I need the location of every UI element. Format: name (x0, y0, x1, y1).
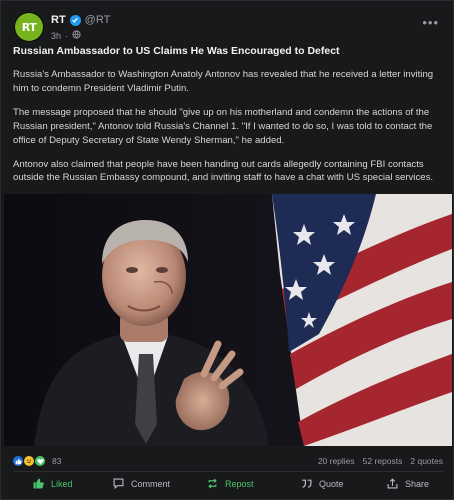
comment-icon (113, 478, 124, 489)
more-options-icon[interactable]: ••• (422, 15, 439, 30)
engagement-counts: 20 replies 52 reposts 2 quotes (318, 456, 443, 466)
photo-illustration (4, 194, 452, 446)
post-paragraph: Antonov also claimed that people have be… (13, 158, 434, 184)
us-flag-image (272, 194, 452, 446)
post-body: Russia's Ambassador to Washington Anatol… (13, 68, 443, 195)
avatar[interactable]: RT (13, 11, 45, 43)
post-paragraph: Russia's Ambassador to Washington Anatol… (13, 69, 434, 94)
like-button[interactable]: Liked (33, 478, 73, 489)
post-header: RT RT @RT 3h · ••• (13, 11, 443, 47)
action-bar: Liked Comment Repost Quote Share (1, 475, 453, 497)
replies-count[interactable]: 20 replies (318, 456, 355, 466)
post-stats: 83 20 replies 52 reposts 2 quotes (13, 456, 443, 470)
post-title: Russian Ambassador to US Claims He Was E… (13, 45, 340, 57)
quote-icon (301, 478, 312, 489)
repost-icon (207, 478, 218, 489)
repost-button[interactable]: Repost (207, 478, 254, 489)
post-paragraph: The message proposed that he should "giv… (13, 106, 433, 146)
quotes-count[interactable]: 2 quotes (410, 456, 443, 466)
author-handle[interactable]: @RT (85, 14, 111, 26)
author-row: RT @RT (51, 14, 110, 26)
thumbs-up-icon (33, 478, 44, 489)
share-icon (387, 478, 398, 489)
comment-button[interactable]: Comment (113, 478, 170, 489)
thumbs-up-icon (13, 456, 23, 466)
comment-label: Comment (131, 478, 171, 489)
divider (13, 471, 443, 472)
avatar-logo-text: RT (21, 20, 37, 34)
post-photo[interactable] (4, 194, 452, 446)
repost-label: Repost (225, 478, 254, 489)
post-meta: 3h · (51, 30, 81, 41)
reaction-summary[interactable]: 83 (13, 456, 61, 466)
reaction-count: 83 (52, 456, 62, 466)
reposts-count[interactable]: 52 reposts (363, 456, 403, 466)
heart-emoji-icon (35, 456, 45, 466)
laugh-emoji-icon (24, 456, 34, 466)
post-card: RT RT @RT 3h · ••• Russian Ambassador to… (0, 0, 454, 500)
author-name[interactable]: RT (51, 14, 66, 26)
share-label: Share (405, 478, 430, 489)
quote-label: Quote (319, 478, 344, 489)
like-label: Liked (51, 478, 73, 489)
globe-icon (72, 30, 81, 41)
quote-button[interactable]: Quote (301, 478, 344, 489)
share-button[interactable]: Share (387, 478, 429, 489)
verified-badge-icon (69, 14, 81, 26)
post-time[interactable]: 3h (51, 31, 61, 41)
